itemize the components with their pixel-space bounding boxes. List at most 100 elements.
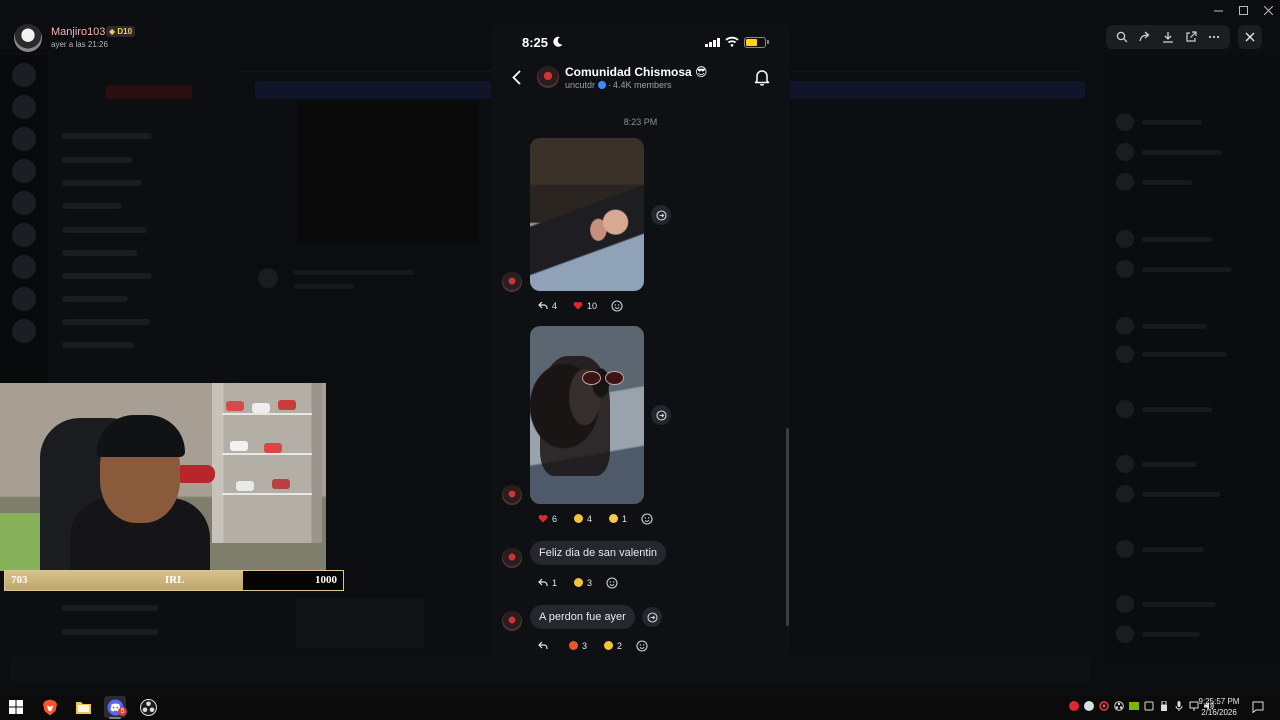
microphone-icon[interactable] [1173, 700, 1184, 711]
reaction-count: 1 [622, 513, 628, 524]
file-explorer-taskbar-button[interactable] [72, 696, 94, 718]
close-viewer-button[interactable] [1238, 25, 1262, 49]
notification-icon[interactable] [1252, 701, 1264, 713]
clock-date: 2/16/2026 [1201, 708, 1237, 717]
goal-label: IRL [165, 574, 185, 586]
recording-status-icon[interactable] [1098, 700, 1109, 711]
add-reaction-button[interactable] [632, 636, 652, 655]
server-rail [0, 55, 48, 385]
zoom-icon[interactable] [1114, 29, 1130, 45]
add-reaction-button[interactable] [602, 573, 622, 592]
sender-avatar[interactable] [502, 272, 522, 292]
minimize-icon[interactable] [1212, 4, 1224, 16]
group-handle: uncutdr [565, 80, 596, 90]
more-options-icon[interactable] [1206, 29, 1222, 45]
close-icon [1245, 32, 1255, 42]
maximize-icon[interactable] [1237, 4, 1249, 16]
phone-status-bar: 8:25 [491, 25, 790, 59]
share-button[interactable] [642, 607, 662, 627]
poster-badge: ◆ D10 [106, 26, 136, 37]
forward-icon[interactable] [1137, 29, 1153, 45]
share-button[interactable] [651, 205, 671, 225]
reply-count-pill[interactable]: 4 [532, 296, 563, 315]
sender-avatar[interactable] [502, 485, 522, 505]
sender-avatar[interactable] [502, 548, 522, 568]
poster-name[interactable]: Manjiro103 [51, 26, 105, 38]
laughing-emoji-icon [573, 514, 583, 524]
nvidia-icon[interactable] [1128, 700, 1139, 711]
discord-tray-icon[interactable] [1083, 700, 1094, 711]
message-photo[interactable] [530, 326, 644, 504]
chevron-left-icon [511, 69, 521, 85]
usb-icon[interactable] [1158, 700, 1169, 711]
record-icon[interactable] [1068, 700, 1079, 711]
group-name[interactable]: Comunidad Chismosa 😎 [565, 65, 708, 79]
share-icon [655, 209, 667, 221]
obs-tray-icon[interactable] [1113, 700, 1124, 711]
open-external-icon[interactable] [1183, 29, 1199, 45]
message-photo[interactable] [530, 138, 644, 291]
reaction-pill[interactable]: 1 [602, 509, 633, 528]
poster-avatar[interactable] [14, 24, 42, 52]
badge-label: D10 [117, 27, 133, 36]
share-button[interactable] [651, 405, 671, 425]
discord-taskbar-button[interactable]: 5 [104, 696, 127, 718]
member-list [1108, 55, 1280, 665]
app-tray-icon[interactable] [1143, 700, 1154, 711]
brave-taskbar-button[interactable] [39, 696, 61, 718]
moon-icon [553, 36, 563, 47]
discord-notification-badge: 5 [118, 707, 127, 716]
reaction-pill[interactable]: 2 [597, 636, 628, 655]
reply-pill[interactable] [532, 636, 558, 655]
laughing-emoji-icon [603, 641, 613, 651]
laughing-emoji-icon [573, 578, 583, 588]
reaction-pill[interactable]: 3 [567, 573, 598, 592]
screen: Manjiro103 ◆ D10 ayer a las 21:26 8:25 C… [0, 0, 1280, 720]
system-tray [1068, 700, 1214, 711]
goal-current: 703 [11, 574, 28, 586]
taskbar-clock[interactable]: 9:25:57 PM 2/16/2026 [1196, 696, 1242, 718]
wifi-icon [725, 36, 739, 47]
reaction-pill[interactable]: 6 [532, 509, 563, 528]
reaction-count: 4 [587, 513, 593, 524]
image-viewer-toolbar [1106, 25, 1230, 49]
add-reaction-button[interactable] [637, 509, 657, 528]
reply-icon [538, 578, 548, 588]
reaction-pill[interactable]: 3 [562, 636, 593, 655]
back-button[interactable] [509, 68, 523, 86]
discord-titlebar [0, 0, 1280, 20]
clock-time: 9:25:57 PM [1198, 697, 1240, 706]
reaction-count: 10 [587, 300, 598, 311]
chat-scrollbar[interactable] [786, 428, 789, 626]
reply-count-pill[interactable]: 1 [532, 573, 563, 592]
group-avatar[interactable] [537, 66, 559, 88]
heart-emoji-icon [573, 301, 583, 311]
start-button[interactable] [5, 696, 27, 718]
reaction-count: 3 [587, 577, 593, 588]
goal-target: 1000 [315, 574, 337, 586]
add-reaction-button[interactable] [607, 296, 627, 315]
reaction-count: 2 [617, 640, 623, 651]
message-bubble[interactable]: Feliz dia de san valentin [530, 541, 667, 565]
folder-icon [75, 701, 91, 714]
window-controls [1212, 4, 1274, 16]
member-count: 4.4K members [613, 80, 672, 90]
badge-icon: ◆ [109, 27, 116, 36]
reaction-count: 3 [582, 640, 588, 651]
add-emoji-icon [605, 577, 618, 589]
separator-dot: · [608, 80, 612, 90]
window-close-icon[interactable] [1262, 4, 1274, 16]
download-icon[interactable] [1160, 29, 1176, 45]
reaction-pill[interactable]: 4 [567, 509, 598, 528]
add-emoji-icon [640, 513, 653, 525]
reply-icon [538, 641, 548, 651]
obs-taskbar-button[interactable] [137, 696, 159, 718]
sender-avatar[interactable] [502, 611, 522, 631]
bell-icon[interactable] [753, 68, 771, 86]
message-bubble[interactable]: A perdon fue ayer [530, 605, 635, 629]
reaction-row: 4 10 [532, 296, 627, 315]
background-avatar [258, 268, 278, 288]
share-icon [655, 409, 667, 421]
angry-emoji-icon [568, 641, 578, 651]
reaction-pill[interactable]: 10 [567, 296, 603, 315]
